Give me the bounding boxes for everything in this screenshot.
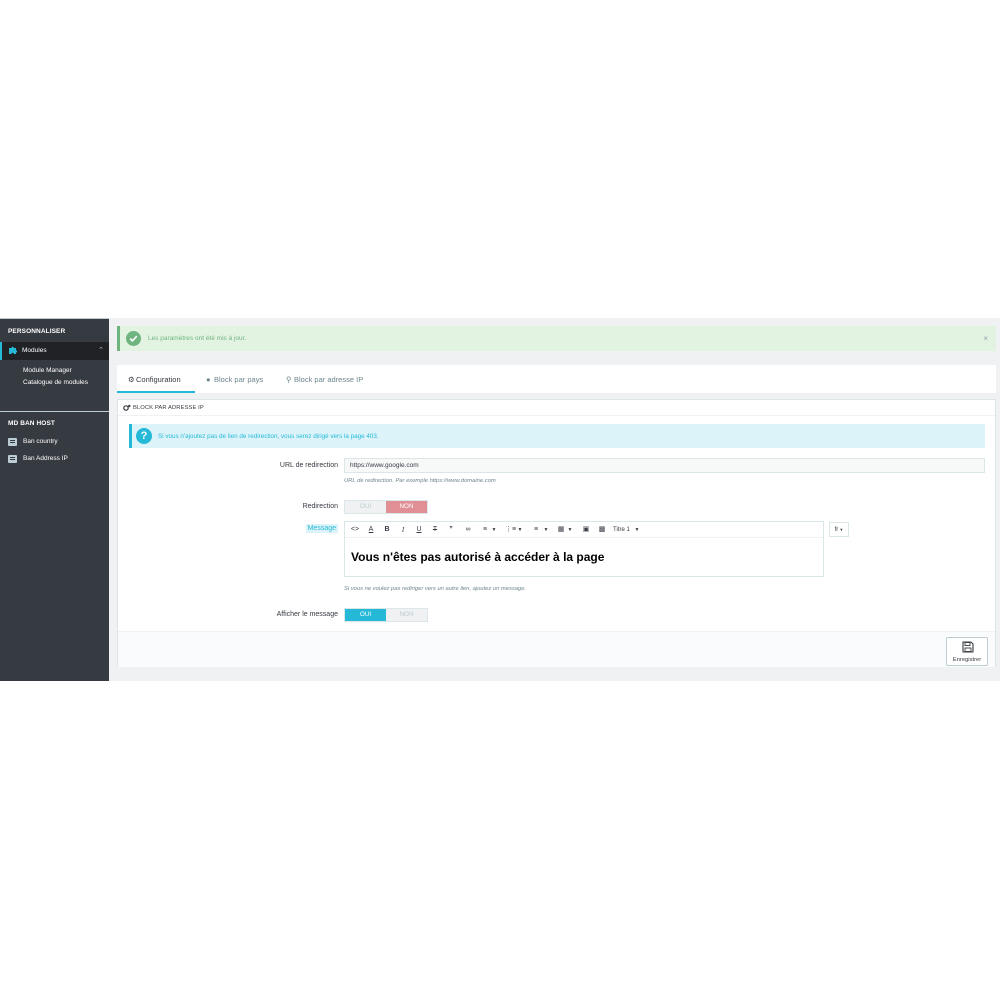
list-icon	[8, 455, 17, 463]
sidebar-item-label: Ban country	[23, 438, 58, 445]
sidebar-section-ban-host: MD BAN HOST	[8, 420, 55, 427]
tab-label: Block par pays	[214, 375, 264, 384]
sidebar-item-label: Modules	[22, 347, 47, 354]
message-label: Message	[305, 524, 338, 533]
chevron-down-icon[interactable]: ▼	[567, 525, 573, 535]
show-message-yes-option[interactable]: OUI	[345, 609, 386, 621]
save-button-label: Enregistrer	[952, 657, 982, 663]
italic-icon[interactable]: I	[398, 525, 408, 535]
question-circle-icon: ?	[136, 428, 152, 444]
check-circle-icon	[126, 331, 141, 346]
panel-footer: Enregistrer	[118, 631, 995, 667]
chevron-down-icon: ▼	[838, 527, 844, 532]
sidebar-subitem-module-manager[interactable]: Module Manager	[23, 367, 72, 374]
bold-icon[interactable]: B	[382, 525, 392, 535]
chevron-down-icon[interactable]: ▼	[543, 525, 549, 535]
chevron-down-icon[interactable]: ▼	[517, 525, 523, 535]
table-icon[interactable]: ▦	[556, 525, 566, 535]
editor-toolbar: <> A B I U T ” ∞ ≡ ▼ ⋮≡ ▼ ≡ ▼ ▦ ▼ ▣ ▩ Ti…	[345, 522, 823, 538]
tab-bar: ⚙Configuration ● Block par pays ⚲ Block pa…	[117, 365, 996, 393]
unordered-list-icon[interactable]: ⋮≡	[505, 525, 516, 535]
panel-header: BLOCK PAR ADRESSE IP	[118, 400, 995, 416]
globe-icon: ●	[206, 375, 211, 384]
redirection-switch: OUI NON	[344, 500, 428, 514]
sidebar: PERSONNALISER Modules ⌃ Module Manager C…	[0, 318, 109, 681]
floppy-disk-icon	[962, 641, 974, 653]
strikethrough-icon[interactable]: T	[430, 525, 440, 535]
tab-block-par-adresse-ip[interactable]: ⚲ Block par adresse IP	[286, 365, 363, 393]
tab-block-par-pays[interactable]: ● Block par pays	[206, 365, 263, 393]
chevron-down-icon[interactable]: ▼	[491, 525, 497, 535]
close-icon[interactable]: ×	[983, 334, 988, 343]
message-editor[interactable]: <> A B I U T ” ∞ ≡ ▼ ⋮≡ ▼ ≡ ▼ ▦ ▼ ▣ ▩ Ti…	[344, 521, 824, 577]
editor-content[interactable]: Vous n'êtes pas autorisé à accéder à la …	[351, 550, 604, 564]
tab-configuration[interactable]: ⚙Configuration	[117, 365, 195, 393]
tab-label: Block par adresse IP	[294, 375, 364, 384]
blockquote-icon[interactable]: ”	[446, 525, 456, 535]
alert-message: Les paramètres ont été mis à jour.	[148, 335, 247, 342]
sidebar-divider	[0, 318, 109, 319]
app-window: PERSONNALISER Modules ⌃ Module Manager C…	[0, 318, 1000, 681]
save-button[interactable]: Enregistrer	[946, 637, 988, 666]
config-panel: BLOCK PAR ADRESSE IP ? Si vous n'ajoutez…	[117, 399, 996, 667]
gears-icon: ⚙	[128, 375, 135, 384]
chevron-down-icon[interactable]: ▼	[634, 525, 640, 535]
puzzle-icon	[9, 346, 18, 354]
sidebar-subitem-module-catalog[interactable]: Catalogue de modules	[23, 379, 88, 386]
sidebar-item-modules[interactable]: Modules ⌃	[0, 342, 109, 360]
success-alert: Les paramètres ont été mis à jour. ×	[117, 326, 996, 351]
tab-label: Configuration	[136, 375, 181, 384]
show-message-no-option[interactable]: NON	[386, 609, 427, 621]
link-icon[interactable]: ∞	[462, 525, 474, 535]
underline-icon[interactable]: U	[414, 525, 424, 535]
info-alert: ? Si vous n'ajoutez pas de lien de redir…	[129, 424, 985, 448]
message-help: Si vous ne voulez pas rediriger vers un …	[344, 586, 527, 592]
list-icon	[8, 438, 17, 446]
url-input[interactable]: https://www.google.com	[344, 458, 985, 473]
image-icon[interactable]: ▣	[581, 525, 591, 535]
ordered-list-icon[interactable]: ≡	[531, 525, 541, 535]
align-left-icon[interactable]: ≡	[480, 525, 490, 535]
media-icon[interactable]: ▩	[597, 525, 607, 535]
panel-title: BLOCK PAR ADRESSE IP	[133, 405, 204, 411]
info-message: Si vous n'ajoutez pas de lien de redirec…	[158, 433, 379, 440]
code-view-icon[interactable]: <>	[350, 525, 360, 535]
language-select[interactable]: fr ▼	[829, 522, 849, 537]
show-message-label: Afficher le message	[276, 611, 338, 618]
redirection-label: Redirection	[302, 503, 338, 510]
chevron-up-icon[interactable]: ⌃	[98, 346, 104, 354]
url-help: URL de redirection. Par exemple https://…	[344, 478, 496, 484]
show-message-switch: OUI NON	[344, 608, 428, 622]
sidebar-section-customize: PERSONNALISER	[8, 328, 66, 335]
url-label: URL de redirection	[279, 462, 338, 469]
sidebar-divider	[0, 411, 109, 412]
map-marker-icon: ⚲	[286, 375, 292, 384]
redirection-no-option[interactable]: NON	[386, 501, 427, 513]
gears-icon	[123, 404, 131, 411]
redirection-yes-option[interactable]: OUI	[345, 501, 386, 513]
sidebar-item-label: Ban Address IP	[23, 455, 68, 462]
font-color-icon[interactable]: A	[366, 525, 376, 535]
